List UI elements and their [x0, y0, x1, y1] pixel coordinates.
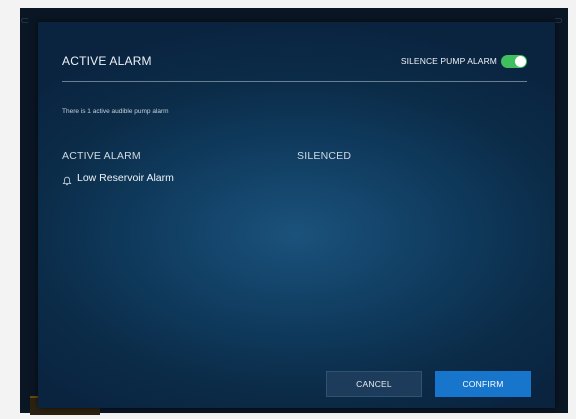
alarm-count-message: There is 1 active audible pump alarm [62, 108, 169, 115]
active-alarm-dialog: ACTIVE ALARM SILENCE PUMP ALARM There is… [38, 22, 555, 408]
left-edge-icon: ⊂ [20, 15, 30, 27]
right-edge-icon: ⊃ [554, 15, 564, 27]
silence-pump-alarm-control: SILENCE PUMP ALARM [401, 52, 527, 70]
header-divider [62, 81, 527, 82]
alarm-name: Low Reservoir Alarm [77, 172, 174, 184]
toggle-knob [515, 55, 526, 67]
silence-pump-alarm-label: SILENCE PUMP ALARM [400, 56, 497, 66]
dialog-title: ACTIVE ALARM [62, 54, 152, 68]
column-header-active-alarm: ACTIVE ALARM [62, 150, 141, 162]
dialog-header: ACTIVE ALARM SILENCE PUMP ALARM [62, 52, 527, 82]
bell-icon [62, 173, 72, 186]
alarm-row: Low Reservoir Alarm [62, 170, 174, 186]
cancel-button[interactable]: CANCEL [326, 371, 422, 397]
confirm-button[interactable]: CONFIRM [435, 371, 531, 397]
column-header-silenced: SILENCED [297, 150, 352, 162]
silence-pump-alarm-toggle[interactable] [501, 54, 527, 68]
